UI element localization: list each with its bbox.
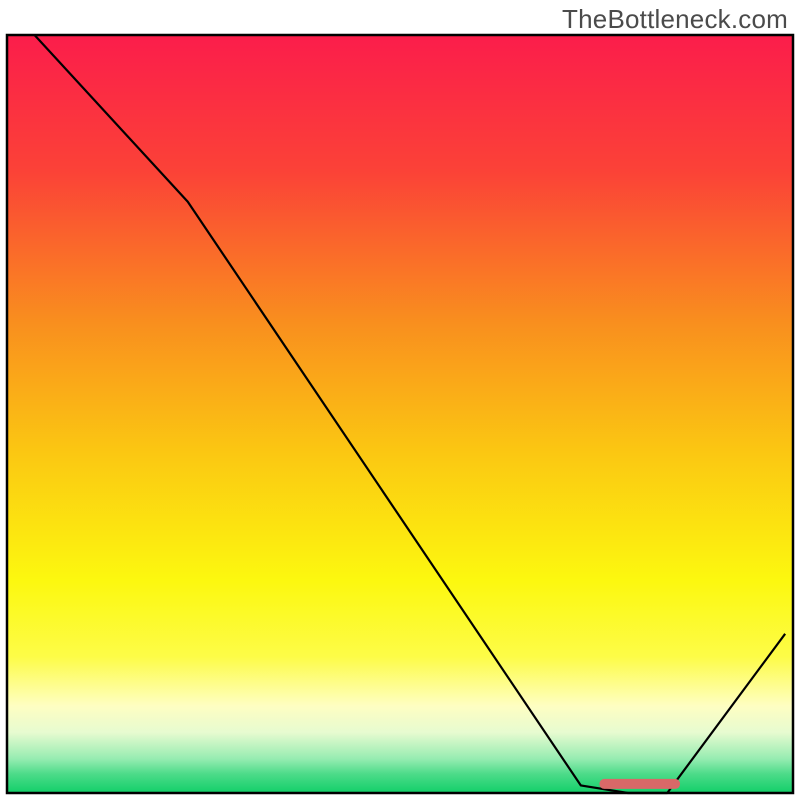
watermark-text: TheBottleneck.com bbox=[562, 4, 788, 35]
chart-container: TheBottleneck.com bbox=[0, 0, 800, 800]
plot-background bbox=[7, 35, 793, 793]
bottleneck-chart bbox=[0, 0, 800, 800]
